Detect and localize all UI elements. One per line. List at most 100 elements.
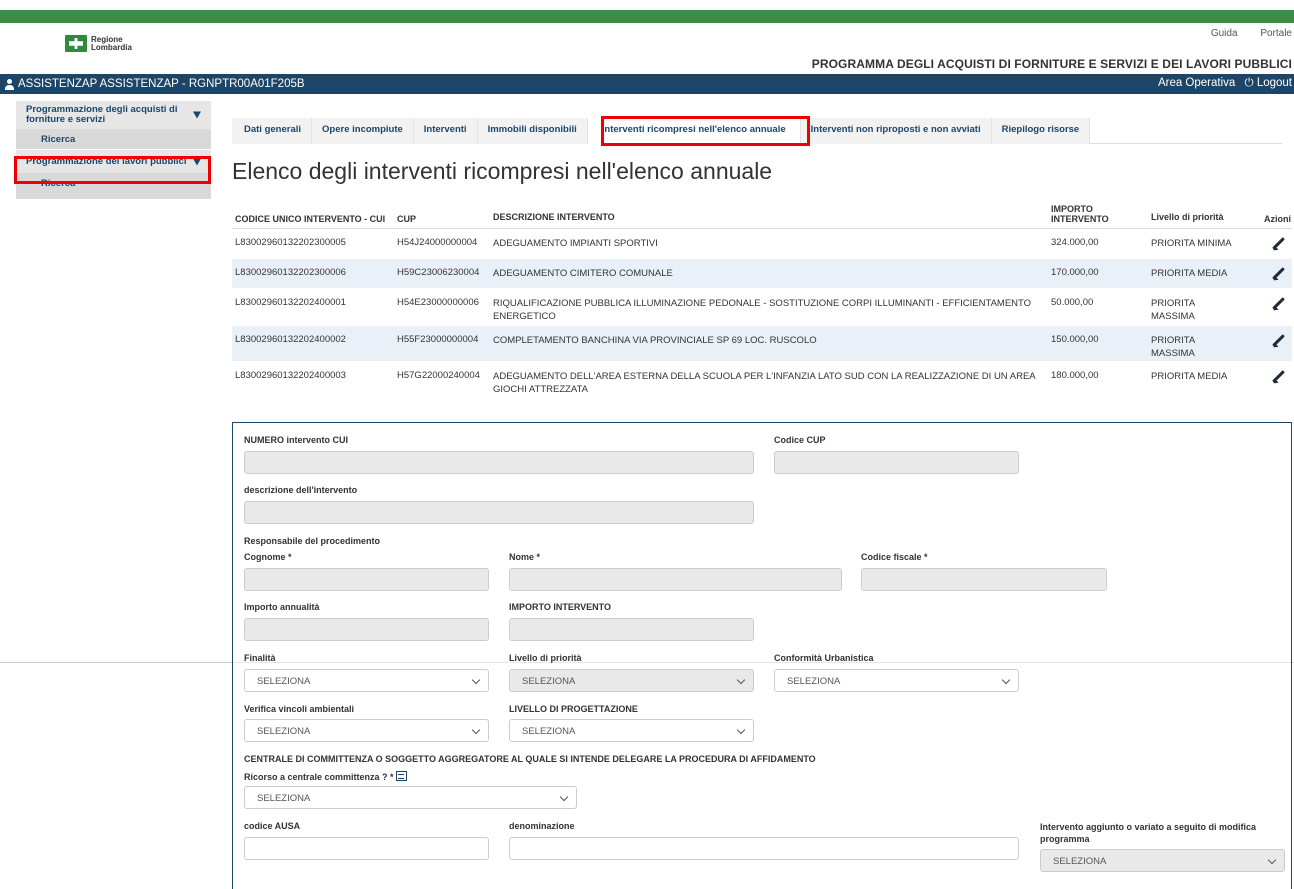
codice-ausa-field[interactable] bbox=[244, 837, 489, 860]
chevron-down-icon bbox=[1001, 675, 1011, 685]
importo-annualita-field[interactable] bbox=[244, 618, 489, 641]
cell-cup: H57G22000240004 bbox=[397, 370, 480, 381]
col-cup: CUP bbox=[397, 214, 417, 224]
caret-down-icon bbox=[193, 111, 201, 119]
livello-progettazione-select[interactable]: SELEZIONA bbox=[509, 719, 754, 742]
cell-priorita: PRIORITA MEDIA bbox=[1151, 371, 1228, 382]
logo-line2: Lombardia bbox=[91, 42, 132, 52]
edit-pencil-icon[interactable] bbox=[1271, 370, 1285, 384]
cell-cui: L83002960132202300005 bbox=[235, 237, 346, 248]
info-help-icon[interactable] bbox=[395, 771, 407, 781]
table-row: L83002960132202400002 H55F23000000004 CO… bbox=[232, 326, 1292, 362]
cell-cup: H54E23000000006 bbox=[397, 297, 479, 308]
label-intervento-aggiunto: Intervento aggiunto o variato a seguito … bbox=[1040, 822, 1257, 844]
cell-descrizione: ADEGUAMENTO IMPIANTI SPORTIVI bbox=[493, 238, 658, 249]
sidebar: Programmazione degli acquisti di fornitu… bbox=[16, 100, 211, 199]
col-priorita: Livello di priorità bbox=[1151, 212, 1224, 222]
cell-priorita: PRIORITA MASSIMA bbox=[1151, 335, 1195, 359]
cell-importo: 324.000,00 bbox=[1051, 237, 1099, 248]
interventi-table: CODICE UNICO INTERVENTO - CUI CUP DESCRI… bbox=[232, 196, 1292, 400]
verifica-vincoli-select[interactable]: SELEZIONA bbox=[244, 719, 489, 742]
user-name: ASSISTENZAP ASSISTENZAP - RGNPTR00A01F20… bbox=[18, 78, 305, 90]
cognome-field[interactable] bbox=[244, 568, 489, 591]
label-denominazione: denominazione bbox=[509, 821, 575, 831]
denominazione-field[interactable] bbox=[509, 837, 1019, 860]
edit-pencil-icon[interactable] bbox=[1271, 334, 1285, 348]
highlight-sidebar-lavori bbox=[14, 156, 211, 184]
cell-priorita: PRIORITA MEDIA bbox=[1151, 268, 1228, 279]
label-cognome: Cognome * bbox=[244, 552, 292, 562]
livello-priorita-select[interactable]: SELEZIONA bbox=[509, 669, 754, 692]
highlight-active-tab bbox=[601, 116, 810, 146]
user-icon bbox=[4, 78, 15, 90]
cell-priorita: PRIORITA MASSIMA bbox=[1151, 298, 1195, 322]
area-operativa-link[interactable]: Area Operativa bbox=[1158, 77, 1235, 89]
tab-dati-generali[interactable]: Dati generali bbox=[232, 118, 313, 144]
cell-cup: H59C23006230004 bbox=[397, 267, 480, 278]
label-importo-intervento: IMPORTO INTERVENTO bbox=[509, 602, 612, 612]
tab-interventi[interactable]: Interventi bbox=[413, 118, 478, 144]
portale-link[interactable]: Portale bbox=[1260, 28, 1292, 39]
cell-descrizione: ADEGUAMENTO CIMITERO COMUNALE bbox=[493, 268, 673, 279]
label-finalita: Finalità bbox=[244, 653, 276, 663]
table-header: CODICE UNICO INTERVENTO - CUI CUP DESCRI… bbox=[232, 196, 1292, 229]
sidebar-item-ricerca-acquisti[interactable]: Ricerca bbox=[16, 129, 211, 149]
numero-cui-field[interactable] bbox=[244, 451, 754, 474]
conformita-select[interactable]: SELEZIONA bbox=[774, 669, 1019, 692]
cell-cup: H54J24000000004 bbox=[397, 237, 478, 248]
cell-importo: 170.000,00 bbox=[1051, 267, 1099, 278]
intervento-aggiunto-select[interactable]: SELEZIONA bbox=[1040, 849, 1285, 872]
edit-pencil-icon[interactable] bbox=[1271, 237, 1285, 251]
tab-interventi-non-riproposti[interactable]: Interventi non riproposti e non avviati bbox=[800, 118, 992, 144]
tab-immobili-disponibili[interactable]: Immobili disponibili bbox=[477, 118, 588, 144]
descrizione-field[interactable] bbox=[244, 501, 754, 524]
tab-opere-incompiute[interactable]: Opere incompiute bbox=[312, 118, 414, 144]
table-row: L83002960132202300006 H59C23006230004 AD… bbox=[232, 259, 1292, 289]
sidebar-item-acquisti[interactable]: Programmazione degli acquisti di fornitu… bbox=[16, 101, 211, 129]
label-codice-ausa: codice AUSA bbox=[244, 821, 301, 831]
chevron-down-icon bbox=[471, 675, 481, 685]
cell-priorita: PRIORITA MINIMA bbox=[1151, 238, 1232, 249]
cell-importo: 50.000,00 bbox=[1051, 297, 1094, 308]
label-ricorso: Ricorso a centrale committenza ? * bbox=[244, 771, 407, 782]
cell-importo: 150.000,00 bbox=[1051, 334, 1099, 345]
edit-pencil-icon[interactable] bbox=[1271, 267, 1285, 281]
finalita-select[interactable]: SELEZIONA bbox=[244, 669, 489, 692]
top-green-bar bbox=[0, 10, 1294, 23]
cell-descrizione: RIQUALIFICAZIONE PUBBLICA ILLUMINAZIONE … bbox=[493, 298, 1032, 322]
table-row: L83002960132202400001 H54E23000000006 RI… bbox=[232, 289, 1292, 326]
label-livello-priorita: Livello di priorità bbox=[509, 653, 582, 663]
cell-descrizione: ADEGUAMENTO DELL'AREA ESTERNA DELLA SCUO… bbox=[493, 371, 1036, 395]
label-codice-cup: Codice CUP bbox=[774, 435, 826, 445]
importo-intervento-field[interactable] bbox=[509, 618, 754, 641]
codice-cup-field[interactable] bbox=[774, 451, 1019, 474]
guida-link[interactable]: Guida bbox=[1211, 28, 1238, 39]
label-numero-cui: NUMERO intervento CUI bbox=[244, 435, 349, 445]
label-centrale-committenza: CENTRALE DI COMMITTENZA O SOGGETTO AGGRE… bbox=[244, 754, 816, 764]
power-icon: ⏻ bbox=[1244, 77, 1254, 89]
chevron-down-icon bbox=[1267, 855, 1277, 865]
logout-link[interactable]: ⏻ Logout bbox=[1245, 77, 1293, 89]
chevron-down-icon bbox=[736, 675, 746, 685]
edit-pencil-icon[interactable] bbox=[1271, 297, 1285, 311]
regione-lombardia-logo[interactable]: Regione Lombardia bbox=[65, 35, 132, 52]
lombardia-rose-icon bbox=[65, 35, 87, 52]
page-title: Elenco degli interventi ricompresi nell'… bbox=[232, 158, 773, 184]
program-title: PROGRAMMA DEGLI ACQUISTI DI FORNITURE E … bbox=[811, 57, 1292, 71]
tab-riepilogo-risorse[interactable]: Riepilogo risorse bbox=[991, 118, 1091, 144]
cell-descrizione: COMPLETAMENTO BANCHINA VIA PROVINCIALE S… bbox=[493, 335, 817, 346]
col-importo: IMPORTO INTERVENTO bbox=[1051, 204, 1109, 224]
table-row: L83002960132202300005 H54J24000000004 AD… bbox=[232, 229, 1292, 259]
cell-cui: L83002960132202400001 bbox=[235, 297, 346, 308]
label-codice-fiscale: Codice fiscale * bbox=[861, 552, 928, 562]
col-descrizione: DESCRIZIONE INTERVENTO bbox=[493, 212, 615, 222]
chevron-down-icon bbox=[559, 792, 569, 802]
ricorso-select[interactable]: SELEZIONA bbox=[244, 786, 577, 809]
sidebar-group-acquisti: Programmazione degli acquisti di fornitu… bbox=[16, 100, 211, 149]
col-cui: CODICE UNICO INTERVENTO - CUI bbox=[235, 214, 386, 224]
cell-cui: L83002960132202400003 bbox=[235, 370, 346, 381]
cell-cui: L83002960132202400002 bbox=[235, 334, 346, 345]
codice-fiscale-field[interactable] bbox=[861, 568, 1107, 591]
label-livello-progettazione: LIVELLO DI PROGETTAZIONE bbox=[509, 704, 638, 714]
nome-field[interactable] bbox=[509, 568, 842, 591]
